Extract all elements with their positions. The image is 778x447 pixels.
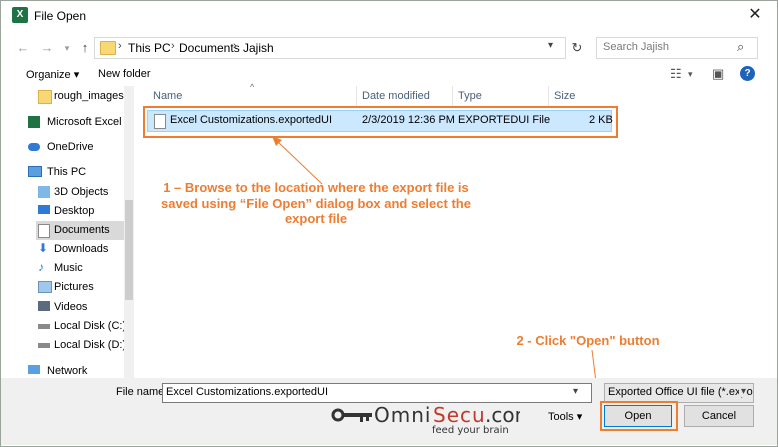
file-type-chevron-icon[interactable]: ▾ <box>739 386 747 397</box>
documents-icon <box>38 224 50 238</box>
sidebar-item-music[interactable]: ♪ Music <box>36 259 132 278</box>
sidebar-item-downloads[interactable]: ⬇ Downloads <box>36 240 132 259</box>
drive-icon <box>38 343 50 348</box>
excel-icon <box>28 116 40 128</box>
address-dropdown-chevron-icon[interactable]: ▾ <box>548 40 553 51</box>
refresh-icon[interactable]: ↻ <box>568 37 586 59</box>
music-icon: ♪ <box>38 260 44 274</box>
column-header-size[interactable]: Size <box>554 90 575 106</box>
column-header-name[interactable]: Name <box>153 90 182 106</box>
breadcrumb-separator-icon: › <box>118 40 122 52</box>
open-highlight-box <box>600 401 678 431</box>
desktop-icon <box>38 205 50 214</box>
annotation-step-1-line-3: export file <box>284 211 348 226</box>
preview-pane-icon[interactable]: ▣ <box>712 66 724 82</box>
help-icon[interactable]: ? <box>740 66 755 81</box>
sidebar-item-pictures[interactable]: Pictures <box>36 278 132 297</box>
sidebar-item-documents[interactable]: Documents <box>36 221 132 240</box>
sort-indicator-icon: ^ <box>250 82 255 92</box>
sidebar-item-3d-objects[interactable]: 3D Objects <box>36 183 132 202</box>
network-icon <box>28 365 40 374</box>
annotation-step-1-line-1: 1 – Browse to the location where the exp… <box>163 180 469 195</box>
sidebar-item-microsoft-excel[interactable]: Microsoft Excel <box>20 113 124 132</box>
view-options-icon[interactable]: ☷ <box>670 66 682 82</box>
file-type-select[interactable]: Exported Office UI file (*.exportedUI) ▾ <box>604 383 754 403</box>
svg-text:Secu: Secu <box>433 403 486 427</box>
column-divider[interactable] <box>452 86 453 106</box>
new-folder-button[interactable]: New folder <box>98 68 151 80</box>
pictures-icon <box>38 281 52 293</box>
svg-text:feed your brain: feed your brain <box>432 425 509 436</box>
folder-icon <box>100 41 116 55</box>
svg-text:.com: .com <box>485 403 520 427</box>
up-arrow-icon[interactable]: ↑ <box>76 38 94 58</box>
sidebar-item-local-disk-d[interactable]: Local Disk (D:) <box>36 336 132 355</box>
forward-arrow-icon[interactable]: → <box>38 38 56 58</box>
download-icon: ⬇ <box>38 241 49 255</box>
breadcrumb-this-pc[interactable]: This PC <box>128 41 171 55</box>
tools-button[interactable]: Tools ▾ <box>548 410 582 423</box>
computer-icon <box>28 166 42 177</box>
sidebar-item-videos[interactable]: Videos <box>36 298 132 317</box>
sidebar-item-this-pc[interactable]: This PC <box>20 163 124 182</box>
back-arrow-icon[interactable]: ← <box>14 38 32 58</box>
cancel-button[interactable]: Cancel <box>684 405 754 427</box>
sidebar-item-desktop[interactable]: Desktop <box>36 202 132 221</box>
svg-text:Omni: Omni <box>374 403 431 427</box>
file-highlight-box <box>143 106 618 138</box>
filename-value[interactable]: Excel Customizations.exportedUI <box>166 386 328 398</box>
window-title: File Open <box>34 9 87 23</box>
annotation-step-1-line-2: saved using “File Open” dialog box and s… <box>161 196 471 211</box>
search-box[interactable]: Search Jajish ⌕ <box>596 37 758 59</box>
column-divider[interactable] <box>356 86 357 106</box>
view-dropdown-chevron-icon[interactable]: ▾ <box>688 69 693 80</box>
drive-icon <box>38 324 50 329</box>
filename-dropdown-chevron-icon[interactable]: ▾ <box>573 386 578 397</box>
title-bar <box>1 1 777 31</box>
3d-objects-icon <box>38 186 50 198</box>
sidebar-item-onedrive[interactable]: OneDrive <box>20 138 124 157</box>
omnisecu-logo: Omni Secu .com feed your brain <box>331 403 520 436</box>
breadcrumb-separator-icon: › <box>233 40 237 52</box>
column-divider[interactable] <box>548 86 549 106</box>
cloud-icon <box>28 143 40 151</box>
address-bar[interactable]: › This PC › Documents › Jajish <box>94 37 566 59</box>
column-header-date-modified[interactable]: Date modified <box>362 90 430 106</box>
organize-button[interactable]: Organize ▾ <box>26 68 79 81</box>
sidebar-scrollbar-thumb[interactable] <box>125 200 133 300</box>
filename-label: File name: <box>116 386 168 398</box>
annotation-step-2: 2 - Click "Open" button <box>516 333 660 348</box>
sidebar-item-network[interactable]: Network <box>20 362 124 378</box>
annotation-arrow-1 <box>272 136 323 185</box>
search-input[interactable]: Search Jajish <box>603 41 669 53</box>
excel-icon: X <box>12 7 28 23</box>
breadcrumb-jajish[interactable]: Jajish <box>243 41 274 55</box>
videos-icon <box>38 301 50 311</box>
recent-locations-chevron-icon[interactable]: ▾ <box>58 38 76 58</box>
breadcrumb-documents[interactable]: Documents <box>179 41 240 55</box>
search-icon: ⌕ <box>737 39 745 54</box>
sidebar-item-local-disk-c[interactable]: Local Disk (C:) <box>36 317 132 336</box>
navigation-pane: rough_images Microsoft Excel OneDrive Th… <box>20 86 132 378</box>
file-type-value[interactable]: Exported Office UI file (*.exportedUI) <box>608 386 753 398</box>
column-header-type[interactable]: Type <box>458 90 482 106</box>
sidebar-item-rough-images[interactable]: rough_images <box>36 87 132 106</box>
filename-field[interactable]: Excel Customizations.exportedUI ▾ <box>162 383 592 403</box>
breadcrumb-separator-icon: › <box>171 40 175 52</box>
folder-icon <box>38 90 52 104</box>
close-button[interactable]: ✕ <box>744 5 766 25</box>
